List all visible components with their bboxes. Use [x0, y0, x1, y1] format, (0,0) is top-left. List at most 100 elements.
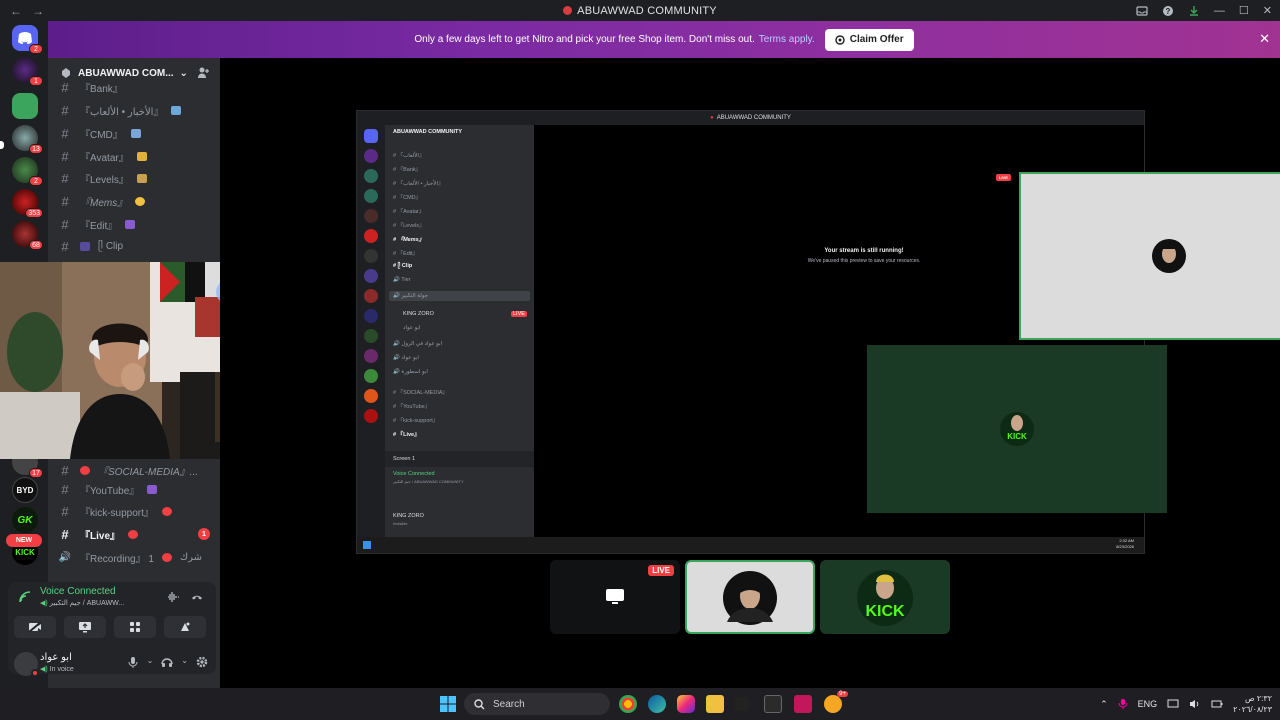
taskbar-search[interactable]: Search [464, 693, 610, 715]
live-badge: LIVE [648, 565, 674, 576]
server-icon-2[interactable] [12, 93, 38, 119]
status-indicator [31, 669, 39, 677]
download-icon[interactable] [1188, 5, 1200, 17]
terms-link[interactable]: Terms apply. [759, 34, 815, 45]
live-dot-icon [563, 6, 573, 15]
inner-channel: # 『SOCIAL-MEDIA』 [393, 390, 449, 396]
inner-channel: 🔊 ابو عواد [393, 355, 419, 361]
battery-icon[interactable] [1211, 699, 1223, 709]
emoji-icon [125, 219, 136, 229]
forward-button[interactable]: → [32, 4, 44, 18]
participant-tile-screen[interactable]: LIVE [550, 560, 680, 634]
chat-app-icon[interactable]: 9+ [824, 691, 848, 713]
channel-item-cmd[interactable]: # 『CMD』 [58, 123, 216, 143]
inner-server-icon [364, 389, 378, 403]
participant-tile-kick[interactable]: KICK [820, 560, 950, 634]
inner-channel-label: 『الألعاب』 [397, 153, 425, 159]
wifi-icon[interactable] [1167, 699, 1179, 709]
soundboard-button[interactable] [164, 616, 206, 638]
invite-icon[interactable] [197, 66, 210, 79]
channel-item-live[interactable]: # 『Live』 1 [58, 524, 216, 544]
signal-icon[interactable] [18, 590, 32, 604]
microphone-icon[interactable] [127, 656, 139, 668]
voice-app-icon[interactable] [794, 695, 812, 713]
text-channel-icon: # [61, 238, 69, 254]
taskbar-clock[interactable]: ٢:٣٢ ص ٢٠٢٦/٠٨/٢٣ [1233, 693, 1272, 715]
server-icon-5[interactable]: 353 [12, 189, 43, 218]
search-icon [474, 698, 485, 709]
inner-channel-list: ABUAWWAD COMMUNITY # 『الألعاب』 # 『Bank』 … [385, 125, 534, 537]
channel-item-news[interactable]: # 『الأخبار • الألعاب』 [58, 100, 216, 120]
channel-item-recording[interactable]: 🔊 『Recording』 1 شرك [58, 547, 216, 567]
volume-icon[interactable] [1189, 699, 1201, 709]
inner-channel: # 『kick-support』 [393, 418, 439, 424]
chrome-icon[interactable] [619, 695, 637, 713]
help-icon[interactable]: ? [1162, 5, 1174, 17]
channel-item-bank[interactable]: # 『Bank』 [58, 80, 216, 94]
channel-item-social-media[interactable]: # 『SOCIAL-MEDIA』... [58, 460, 216, 480]
inner-channel: # ᥫ Clip [393, 263, 413, 269]
channel-item-clip[interactable]: # ᥫ Clip [58, 236, 216, 256]
language-indicator[interactable]: ENG [1138, 699, 1158, 709]
emoji-icon [161, 552, 172, 562]
banner-close-button[interactable]: ✕ [1259, 31, 1270, 47]
noise-suppression-icon[interactable] [166, 590, 180, 604]
server-icon-byd[interactable]: BYD [12, 477, 38, 503]
participant-tile-user[interactable] [685, 560, 815, 634]
chevron-down-icon[interactable]: ⌄ [147, 656, 154, 668]
user-avatar-icon [1152, 239, 1186, 273]
server-icon-3[interactable]: 13 [12, 125, 43, 154]
screen-icon [606, 589, 624, 604]
app-icon[interactable] [735, 697, 749, 711]
inner-channel-label: 『Live』 [397, 432, 420, 438]
emoji-icon [80, 241, 90, 251]
gear-icon[interactable] [196, 656, 208, 668]
dm-unread-badge: 2 [29, 44, 43, 54]
camera-toggle-button[interactable] [14, 616, 56, 638]
windows-start-icon[interactable] [440, 696, 456, 712]
inner-server-icon [364, 349, 378, 363]
channel-item-youtube[interactable]: # 『YouTube』 [58, 479, 216, 499]
avatar[interactable] [14, 652, 39, 677]
close-window-button[interactable]: ✕ [1263, 4, 1272, 17]
direct-messages-icon[interactable]: 2 [12, 25, 43, 54]
channel-item-mems[interactable]: # 『Mems』 [58, 191, 216, 211]
activities-button[interactable] [114, 616, 156, 638]
claim-offer-button[interactable]: Claim Offer [824, 28, 914, 51]
server-icon-1[interactable]: 1 [12, 57, 43, 86]
inner-channel: # 『الألعاب』 [393, 153, 425, 159]
terminal-icon[interactable] [764, 695, 782, 713]
inner-server-icon [364, 169, 378, 183]
username[interactable]: ابو عواد [40, 652, 72, 663]
screen-share-button[interactable] [64, 616, 106, 638]
screen-share-stream[interactable]: ● ABUAWWAD COMMUNITY ABUAWWAD COMMUNITY #… [356, 110, 1280, 554]
text-channel-icon: # [61, 170, 69, 186]
minimize-button[interactable]: — [1214, 5, 1225, 17]
chevron-up-icon[interactable]: ⌃ [1100, 699, 1108, 710]
channel-item-levels[interactable]: # 『Levels』 [58, 168, 216, 188]
channel-label: 『Avatar』 [80, 152, 129, 164]
channel-item-kick-support[interactable]: # 『kick-support』 [58, 501, 216, 521]
channel-label: 『Recording』 1 [80, 553, 154, 565]
file-explorer-icon[interactable] [706, 695, 724, 713]
os-taskbar: Search 9+ ⌃ ENG ٢:٣٢ ص ٢٠٢٦/٠٨/٢٣ [0, 688, 1280, 720]
instagram-icon[interactable] [677, 695, 695, 713]
inner-voice-user-label: ابو عواد [403, 325, 421, 331]
chevron-down-icon[interactable]: ⌄ [181, 656, 188, 668]
inner-server-icon [364, 289, 378, 303]
server-icon-4[interactable]: 2 [12, 157, 43, 186]
channel-item-avatar[interactable]: # 『Avatar』 [58, 146, 216, 166]
server-icon-6[interactable]: 68 [12, 221, 43, 250]
headphones-icon[interactable] [161, 656, 173, 668]
edge-icon[interactable] [648, 695, 666, 713]
back-button[interactable]: ← [10, 4, 22, 18]
inbox-icon[interactable] [1136, 5, 1148, 17]
channel-item-edit[interactable]: # 『Edit』 [58, 214, 216, 234]
voice-status[interactable]: Voice Connected [40, 586, 116, 597]
svg-text:?: ? [1165, 7, 1170, 16]
disconnect-icon[interactable] [190, 590, 204, 604]
server-icon-gk[interactable]: GK [12, 507, 38, 533]
maximize-button[interactable]: ☐ [1239, 4, 1249, 17]
inner-channel: # 『Levels』 [393, 223, 425, 229]
microphone-icon[interactable] [1118, 698, 1128, 710]
